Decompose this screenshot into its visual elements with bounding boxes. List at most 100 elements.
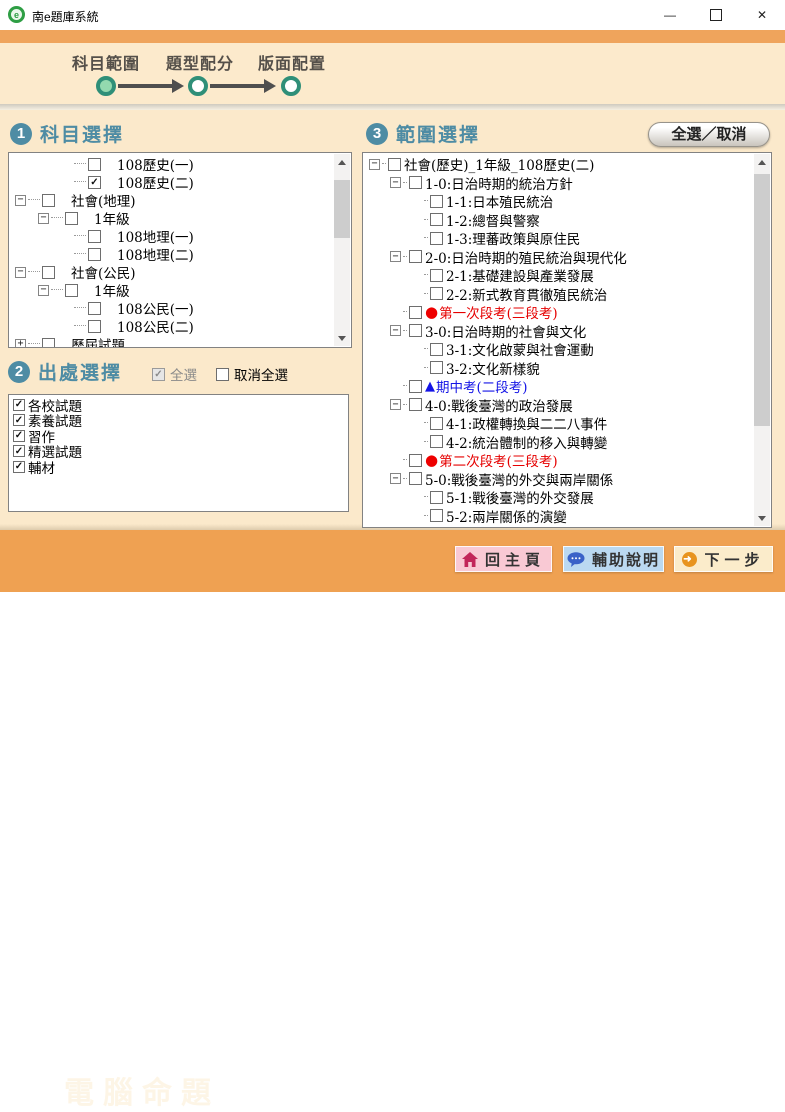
- step-circle-1-icon: [96, 76, 116, 96]
- subject-tree-box: 108歷史(一)✓108歷史(二)−社會(地理)−1年級108地理(一)108地…: [8, 152, 352, 348]
- select-all-option[interactable]: ✓ 全選: [152, 364, 197, 384]
- select-all-checkbox[interactable]: ✓: [152, 368, 165, 381]
- tree-connector: [403, 330, 407, 332]
- checkbox[interactable]: [409, 324, 422, 337]
- tree-connector: [74, 235, 86, 237]
- checkbox[interactable]: [430, 287, 443, 300]
- checkbox[interactable]: [430, 269, 443, 282]
- checkbox[interactable]: [88, 320, 101, 333]
- tree-item-label: 1-2:總督與警察: [446, 210, 540, 230]
- tree-item-label: 5-1:戰後臺灣的外交發展: [446, 487, 594, 507]
- checkbox[interactable]: [65, 284, 78, 297]
- checkbox[interactable]: [430, 417, 443, 430]
- checkbox[interactable]: ✓: [88, 176, 101, 189]
- checkbox[interactable]: [88, 302, 101, 315]
- subject-tree-scrollbar[interactable]: [334, 154, 350, 346]
- select-all-toggle-button[interactable]: 全選／取消: [648, 122, 770, 147]
- checkbox[interactable]: ✓: [13, 445, 25, 457]
- checkbox[interactable]: [430, 435, 443, 448]
- expand-toggle-icon[interactable]: −: [369, 159, 380, 170]
- checkbox[interactable]: [388, 158, 401, 171]
- maximize-button[interactable]: [693, 0, 739, 30]
- tree-connector: [51, 289, 63, 291]
- expand-toggle-icon[interactable]: −: [38, 213, 49, 224]
- minimize-button[interactable]: —: [647, 0, 693, 30]
- checkbox[interactable]: [430, 213, 443, 226]
- expand-toggle-icon[interactable]: −: [390, 473, 401, 484]
- range-tree-scrollbar[interactable]: [754, 154, 770, 526]
- help-button[interactable]: 輔助說明: [563, 546, 664, 572]
- scroll-up-icon[interactable]: [754, 154, 770, 170]
- tree-item-label: 4-1:政權轉換與二二八事件: [446, 413, 607, 433]
- expand-toggle-icon[interactable]: −: [15, 195, 26, 206]
- tree-connector: [74, 163, 86, 165]
- next-step-button[interactable]: ➜ 下一步: [674, 546, 773, 572]
- checkbox[interactable]: [409, 454, 422, 467]
- expand-toggle-icon[interactable]: +: [15, 339, 26, 348]
- scroll-down-icon[interactable]: [754, 510, 770, 526]
- step-arrow-icon: [172, 79, 184, 93]
- checkbox[interactable]: [42, 266, 55, 279]
- expand-toggle-icon[interactable]: −: [15, 267, 26, 278]
- checkbox[interactable]: [409, 306, 422, 319]
- tree-item-label: 1年級: [94, 208, 130, 228]
- footer-bar: 電腦命題: [0, 530, 785, 592]
- tree-row: 5-1:戰後臺灣的外交發展: [365, 488, 754, 507]
- checkbox[interactable]: [42, 338, 55, 348]
- checkbox[interactable]: [430, 491, 443, 504]
- expand-toggle-icon[interactable]: −: [38, 285, 49, 296]
- expand-toggle-icon[interactable]: −: [390, 399, 401, 410]
- checkbox[interactable]: [42, 194, 55, 207]
- checkbox[interactable]: [409, 380, 422, 393]
- checkbox[interactable]: [88, 248, 101, 261]
- checkbox[interactable]: [430, 195, 443, 208]
- checkbox[interactable]: [409, 250, 422, 263]
- tree-connector: [74, 307, 86, 309]
- checkbox[interactable]: [430, 232, 443, 245]
- checkbox[interactable]: ✓: [13, 399, 25, 411]
- tree-row: + 歷屆試題: [11, 335, 334, 347]
- tree-item-label: 歷屆試題: [71, 334, 125, 347]
- checkbox[interactable]: [65, 212, 78, 225]
- tree-connector: [424, 515, 428, 517]
- checkbox[interactable]: [88, 230, 101, 243]
- deselect-all-label: 取消全選: [234, 364, 288, 384]
- scrollbar-thumb[interactable]: [334, 180, 350, 238]
- checkbox[interactable]: [409, 176, 422, 189]
- tree-item-label: 社會(地理): [71, 190, 136, 210]
- checkbox[interactable]: [430, 361, 443, 374]
- tree-connector: [424, 367, 428, 369]
- checkbox[interactable]: [430, 509, 443, 522]
- source-list: ✓各校試題✓素養試題✓習作✓精選試題✓輔材: [11, 397, 346, 475]
- checkbox[interactable]: ✓: [13, 461, 25, 473]
- list-item[interactable]: ✓輔材: [11, 459, 346, 475]
- scrollbar-thumb[interactable]: [754, 174, 770, 426]
- titlebar: e 南e題庫系統 — ✕: [0, 0, 785, 30]
- home-button[interactable]: 回主頁: [455, 546, 552, 572]
- checkbox[interactable]: ✓: [13, 414, 25, 426]
- tree-connector: [403, 311, 407, 313]
- checkbox[interactable]: [88, 158, 101, 171]
- tree-connector: [424, 422, 428, 424]
- section-3-number-badge: 3: [366, 123, 388, 145]
- checkbox[interactable]: [409, 398, 422, 411]
- close-button[interactable]: ✕: [739, 0, 785, 30]
- scroll-down-icon[interactable]: [334, 330, 350, 346]
- scroll-up-icon[interactable]: [334, 154, 350, 170]
- expand-toggle-icon[interactable]: −: [390, 325, 401, 336]
- tree-row: ●第一次段考(三段考): [365, 303, 754, 322]
- tree-connector: [403, 459, 407, 461]
- deselect-all-checkbox[interactable]: [216, 368, 229, 381]
- list-item[interactable]: ✓精選試題: [11, 444, 346, 460]
- deselect-all-option[interactable]: 取消全選: [216, 364, 288, 384]
- source-section-header: 2 出處選擇: [8, 358, 122, 385]
- tree-item-label: 4-0:戰後臺灣的政治發展: [425, 395, 573, 415]
- checkbox[interactable]: ✓: [13, 430, 25, 442]
- tree-connector: [424, 348, 428, 350]
- expand-toggle-icon[interactable]: −: [390, 251, 401, 262]
- checkbox[interactable]: [409, 472, 422, 485]
- tree-connector: [74, 325, 86, 327]
- list-item[interactable]: ✓素養試題: [11, 413, 346, 429]
- expand-toggle-icon[interactable]: −: [390, 177, 401, 188]
- checkbox[interactable]: [430, 343, 443, 356]
